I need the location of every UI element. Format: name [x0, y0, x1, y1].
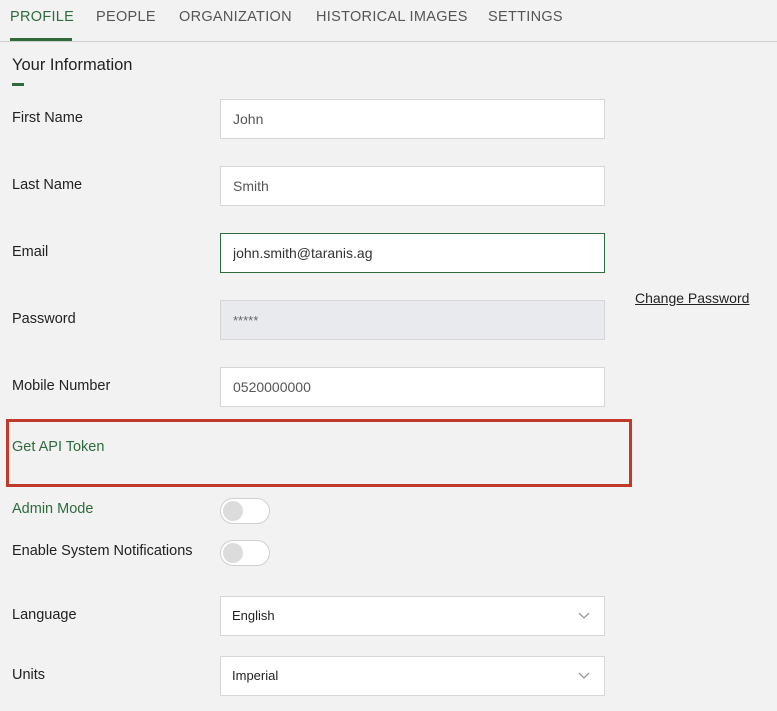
language-label: Language — [12, 607, 77, 623]
password-label: Password — [12, 311, 76, 327]
units-select-value: Imperial — [232, 668, 279, 683]
system-notifications-label: Enable System Notifications — [12, 543, 193, 559]
language-select[interactable]: English — [220, 596, 605, 636]
mobile-number-label: Mobile Number — [12, 378, 111, 394]
tab-bar: PROFILE PEOPLE ORGANIZATION HISTORICAL I… — [0, 0, 777, 42]
email-label: Email — [12, 244, 49, 260]
chevron-down-icon — [578, 612, 590, 619]
units-select[interactable]: Imperial — [220, 656, 605, 696]
change-password-link[interactable]: Change Password — [635, 290, 749, 306]
tab-organization[interactable]: ORGANIZATION — [179, 9, 292, 25]
admin-mode-label: Admin Mode — [12, 501, 94, 517]
tab-historical-images[interactable]: HISTORICAL IMAGES — [316, 9, 468, 25]
chevron-down-icon — [578, 672, 590, 679]
get-api-token-link[interactable]: Get API Token — [12, 439, 104, 455]
system-notifications-toggle[interactable] — [220, 540, 270, 566]
toggle-knob — [223, 501, 243, 521]
tab-people[interactable]: PEOPLE — [96, 9, 156, 25]
first-name-label: First Name — [12, 110, 83, 126]
toggle-knob — [223, 543, 243, 563]
section-title-underline — [12, 83, 24, 86]
last-name-input[interactable] — [220, 166, 605, 206]
password-input — [220, 300, 605, 340]
language-select-value: English — [232, 608, 275, 623]
mobile-number-input[interactable] — [220, 367, 605, 407]
admin-mode-toggle[interactable] — [220, 498, 270, 524]
email-input[interactable] — [220, 233, 605, 273]
tab-settings[interactable]: SETTINGS — [488, 9, 563, 25]
section-title: Your Information — [12, 56, 133, 74]
active-tab-indicator — [10, 38, 72, 41]
tab-profile[interactable]: PROFILE — [10, 9, 74, 25]
last-name-label: Last Name — [12, 177, 83, 193]
first-name-input[interactable] — [220, 99, 605, 139]
units-label: Units — [12, 667, 46, 683]
